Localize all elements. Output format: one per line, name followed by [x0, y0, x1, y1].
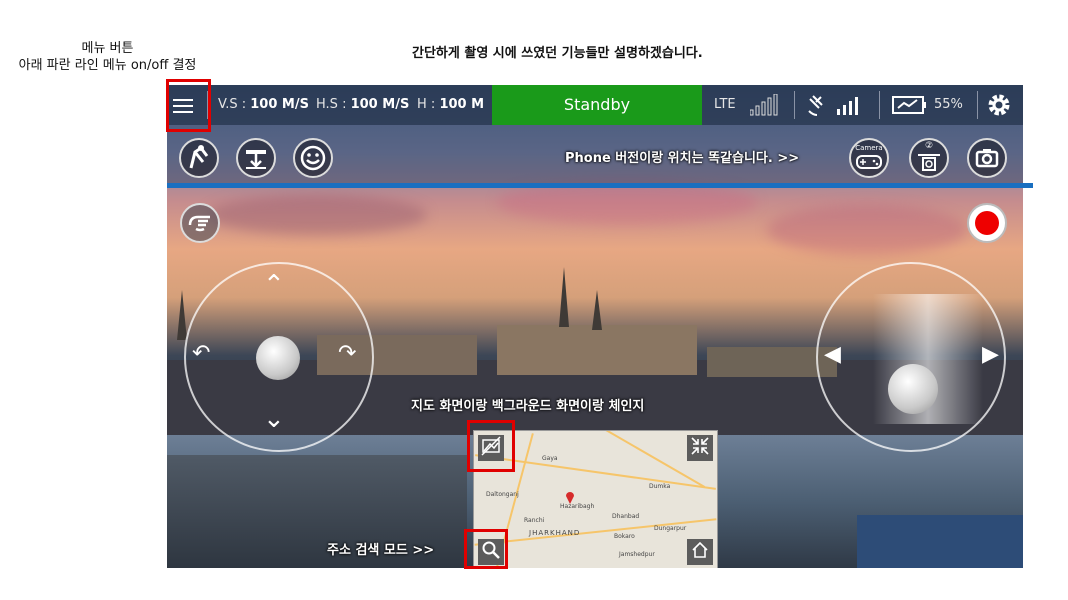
- hs-value: 100 M/S: [350, 97, 410, 112]
- home-icon: [692, 541, 708, 558]
- arm-button[interactable]: [179, 138, 219, 178]
- signal-icon: [749, 93, 780, 116]
- highlight-menu-button: [166, 79, 211, 132]
- road: [474, 518, 717, 546]
- divider: [879, 91, 880, 119]
- face-mode-button[interactable]: [293, 138, 333, 178]
- map-label: Gaya: [542, 455, 558, 462]
- landing-button[interactable]: [236, 138, 276, 178]
- vs-value: 100 M/S: [250, 97, 309, 112]
- gesture-button[interactable]: [180, 203, 220, 243]
- drone-number: ②: [924, 141, 934, 151]
- map-label: Dungarpur: [654, 525, 687, 532]
- vertical-speed: V.S : 100 M/S: [218, 97, 309, 112]
- camera-icon: [975, 149, 999, 168]
- left-joystick[interactable]: ⌃ ⌄ ↶ ↷: [184, 262, 374, 452]
- record-button[interactable]: [967, 203, 1007, 243]
- network-label: LTE: [714, 97, 736, 112]
- left-joystick-knob[interactable]: [256, 336, 300, 380]
- search-note: 주소 검색 모드 >>: [327, 543, 435, 558]
- church-spire: [592, 290, 602, 330]
- satellite-icon: [807, 93, 867, 117]
- ship: [857, 515, 1023, 568]
- descend-arrow-icon: ⌄: [263, 404, 285, 434]
- h-label: H :: [417, 97, 436, 112]
- map-label: Dumka: [649, 483, 671, 490]
- menu-note-line2: 아래 파란 라인 메뉴 on/off 결정: [18, 58, 197, 73]
- function-menu-bar: Phone 버전이랑 위치는 똑같습니다. >> Camera ②: [167, 125, 1023, 183]
- h-value: 100 M: [439, 97, 485, 112]
- shrink-icon: [691, 437, 709, 455]
- rotate-right-icon: ↷: [338, 341, 357, 366]
- drone-camera-icon: [918, 154, 940, 171]
- gamepad-icon: [856, 155, 882, 169]
- highlight-map-swap: [467, 420, 515, 472]
- map-label: Jamshedpur: [619, 551, 655, 558]
- map-state-label: JHARKHAND: [529, 529, 581, 537]
- horizontal-speed: H.S : 100 M/S: [316, 97, 409, 112]
- highlight-search: [464, 529, 508, 569]
- photo-button[interactable]: [967, 138, 1007, 178]
- camera-controller-button[interactable]: Camera: [849, 138, 889, 178]
- map-shrink-button[interactable]: [687, 435, 713, 461]
- divider: [794, 91, 795, 119]
- battery-percent: 55%: [934, 97, 963, 112]
- map-label: Bokaro: [614, 533, 635, 540]
- menu-note-line1: 메뉴 버튼: [81, 41, 134, 56]
- gear-icon: [988, 94, 1010, 116]
- status-badge: Standby: [492, 85, 702, 125]
- cloud: [767, 205, 967, 255]
- building: [497, 325, 697, 375]
- church-spire: [177, 290, 187, 340]
- cloud: [207, 195, 427, 235]
- settings-button[interactable]: [987, 93, 1011, 117]
- record-icon: [975, 211, 999, 235]
- top-note: 간단하게 촬영 시에 쓰였던 기능들만 설명하겠습니다.: [412, 46, 703, 61]
- landing-icon: [246, 150, 266, 169]
- map-label: Hazaribagh: [560, 503, 595, 510]
- smile-icon: [300, 145, 326, 171]
- rotate-left-icon: ↶: [192, 341, 211, 366]
- phone-note: Phone 버전이랑 위치는 똑같습니다. >>: [565, 151, 800, 166]
- menu-note: 메뉴 버튼 아래 파란 라인 메뉴 on/off 결정: [0, 40, 215, 74]
- ascend-arrow-icon: ⌃: [263, 270, 285, 300]
- battery-icon: [892, 95, 928, 115]
- right-joystick-knob[interactable]: [888, 364, 938, 414]
- menu-toggle-line: [167, 183, 1033, 188]
- map-marker-icon: [565, 489, 575, 504]
- gesture-icon: [188, 215, 210, 232]
- church-spire: [559, 267, 569, 327]
- hs-label: H.S :: [316, 97, 347, 112]
- top-status-bar: V.S : 100 M/S H.S : 100 M/S H : 100 M St…: [167, 85, 1023, 125]
- drone-screen: V.S : 100 M/S H.S : 100 M/S H : 100 M St…: [167, 85, 1023, 568]
- height: H : 100 M: [417, 97, 484, 112]
- right-arrow-icon: ▶: [982, 342, 999, 367]
- drone-camera-button[interactable]: ②: [909, 138, 949, 178]
- map-note: 지도 화면이랑 백그라운드 화면이랑 체인지: [411, 399, 645, 414]
- map-label: Dhanbad: [612, 513, 640, 520]
- left-arrow-icon: ◀: [824, 342, 841, 367]
- takeoff-icon: [189, 145, 209, 169]
- divider: [977, 91, 978, 119]
- right-joystick[interactable]: ◀ ▶: [816, 262, 1006, 452]
- camera-label: Camera: [855, 144, 883, 152]
- map-home-button[interactable]: [687, 539, 713, 565]
- vs-label: V.S :: [218, 97, 247, 112]
- map-label: Daltonganj: [486, 491, 519, 498]
- map-label: Ranchi: [524, 517, 545, 524]
